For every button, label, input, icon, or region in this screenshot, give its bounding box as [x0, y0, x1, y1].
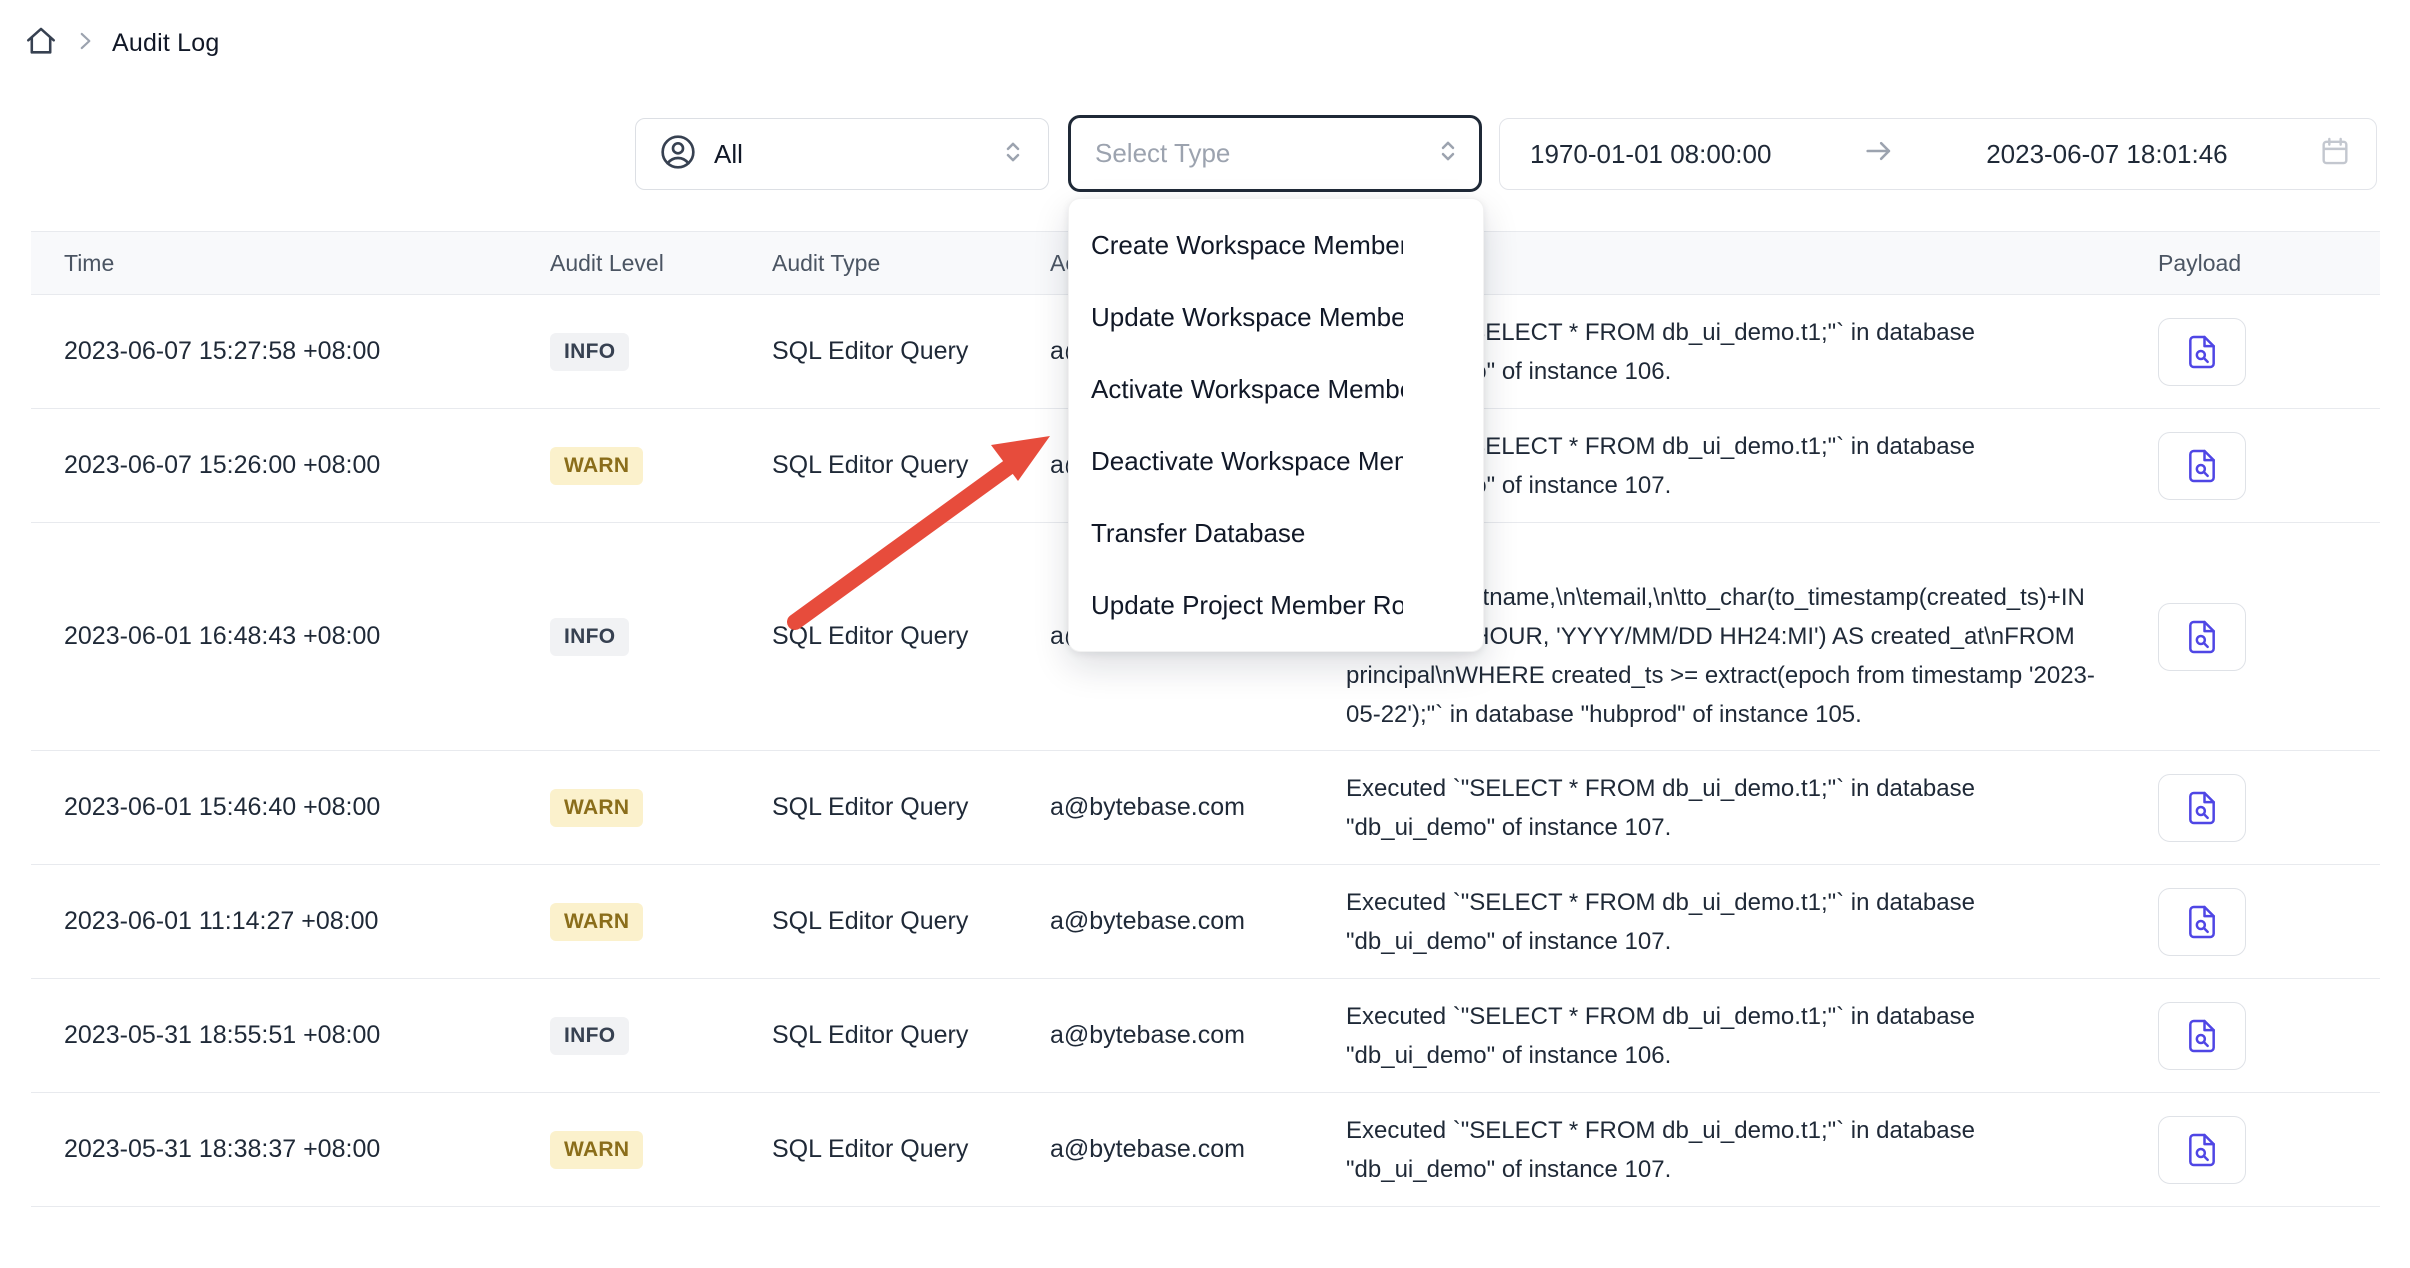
audit-level-badge: WARN: [550, 789, 643, 827]
dropdown-item[interactable]: Deactivate Workspace Member: [1069, 425, 1483, 497]
dropdown-item-label: Update Workspace Member: [1091, 302, 1403, 333]
payload-doc-icon: [2182, 446, 2222, 486]
dropdown-item[interactable]: Activate Workspace Member: [1069, 353, 1483, 425]
user-circle-icon: [658, 132, 698, 177]
table-row: 2023-06-01 15:46:40 +08:00 WARN SQL Edit…: [31, 751, 2380, 865]
payload-button[interactable]: [2158, 1002, 2246, 1070]
payload-doc-icon: [2182, 617, 2222, 657]
updown-chevron-icon: [1433, 136, 1463, 171]
column-header-time: Time: [64, 250, 550, 277]
payload-button[interactable]: [2158, 1116, 2246, 1184]
cell-audit-type: SQL Editor Query: [772, 907, 1050, 936]
payload-doc-icon: [2182, 902, 2222, 942]
table-row: 2023-05-31 18:55:51 +08:00 INFO SQL Edit…: [31, 979, 2380, 1093]
date-range-end[interactable]: 2023-06-07 18:01:46: [1986, 139, 2227, 170]
audit-type-dropdown: Create Workspace Member Update Workspace…: [1068, 198, 1484, 652]
audit-type-placeholder: Select Type: [1095, 138, 1230, 169]
home-icon[interactable]: [24, 24, 58, 63]
cell-time: 2023-06-07 15:26:00 +08:00: [64, 451, 550, 480]
cell-audit-type: SQL Editor Query: [772, 1135, 1050, 1164]
audit-level-badge: INFO: [550, 618, 629, 656]
table-row: 2023-06-01 11:14:27 +08:00 WARN SQL Edit…: [31, 865, 2380, 979]
cell-time: 2023-06-01 11:14:27 +08:00: [64, 907, 550, 936]
cell-audit-type: SQL Editor Query: [772, 622, 1050, 651]
updown-chevron-icon: [998, 137, 1028, 172]
table-row: 2023-05-31 18:38:37 +08:00 WARN SQL Edit…: [31, 1093, 2380, 1207]
audit-level-badge: WARN: [550, 1131, 643, 1169]
actor-filter-value: All: [714, 139, 743, 170]
audit-level-badge: WARN: [550, 447, 643, 485]
page-title: Audit Log: [112, 29, 219, 58]
cell-time: 2023-06-07 15:27:58 +08:00: [64, 337, 550, 366]
cell-actor: a@bytebase.com: [1050, 1021, 1346, 1050]
payload-button[interactable]: [2158, 888, 2246, 956]
dropdown-item[interactable]: Update Project Member Role: [1069, 569, 1483, 641]
dropdown-item-label: Activate Workspace Member: [1091, 374, 1403, 405]
audit-log-page: Audit Log All Select Type 1970-01-01 08:…: [0, 0, 2410, 1268]
dropdown-item[interactable]: Create Workspace Member: [1069, 209, 1483, 281]
dropdown-item-label: Create Workspace Member: [1091, 230, 1403, 261]
audit-level-badge: INFO: [550, 1017, 629, 1055]
cell-comment: Executed `"SELECT * FROM db_ui_demo.t1;"…: [1346, 981, 2158, 1091]
cell-comment: Executed `"SELECT * FROM db_ui_demo.t1;"…: [1346, 1095, 2158, 1205]
audit-level-badge: WARN: [550, 903, 643, 941]
column-header-payload: Payload: [2158, 250, 2380, 277]
cell-actor: a@bytebase.com: [1050, 1135, 1346, 1164]
calendar-icon[interactable]: [2318, 134, 2352, 175]
payload-button[interactable]: [2158, 603, 2246, 671]
cell-actor: a@bytebase.com: [1050, 793, 1346, 822]
payload-button[interactable]: [2158, 432, 2246, 500]
dropdown-item[interactable]: Update Workspace Member: [1069, 281, 1483, 353]
column-header-audit-type: Audit Type: [772, 250, 1050, 277]
date-range-picker[interactable]: 1970-01-01 08:00:00 2023-06-07 18:01:46: [1499, 118, 2377, 190]
payload-button[interactable]: [2158, 774, 2246, 842]
cell-comment: Executed `"SELECT * FROM db_ui_demo.t1;"…: [1346, 867, 2158, 977]
payload-doc-icon: [2182, 1016, 2222, 1056]
payload-button[interactable]: [2158, 318, 2246, 386]
cell-time: 2023-05-31 18:38:37 +08:00: [64, 1135, 550, 1164]
payload-doc-icon: [2182, 332, 2222, 372]
cell-audit-type: SQL Editor Query: [772, 451, 1050, 480]
dropdown-item-label: Update Project Member Role: [1091, 590, 1403, 621]
payload-doc-icon: [2182, 1130, 2222, 1170]
column-header-audit-level: Audit Level: [550, 250, 772, 277]
cell-audit-type: SQL Editor Query: [772, 793, 1050, 822]
cell-time: 2023-06-01 16:48:43 +08:00: [64, 622, 550, 651]
actor-filter-select[interactable]: All: [635, 118, 1049, 190]
audit-level-badge: INFO: [550, 333, 629, 371]
breadcrumb-chevron-icon: [72, 28, 98, 59]
payload-doc-icon: [2182, 788, 2222, 828]
cell-actor: a@bytebase.com: [1050, 907, 1346, 936]
dropdown-item-label: Deactivate Workspace Member: [1091, 446, 1403, 477]
dropdown-item-label: Transfer Database: [1091, 518, 1403, 549]
date-range-start[interactable]: 1970-01-01 08:00:00: [1530, 139, 1771, 170]
cell-time: 2023-06-01 15:46:40 +08:00: [64, 793, 550, 822]
cell-time: 2023-05-31 18:55:51 +08:00: [64, 1021, 550, 1050]
arrow-right-icon: [1862, 134, 1896, 175]
dropdown-item[interactable]: Transfer Database: [1069, 497, 1483, 569]
cell-audit-type: SQL Editor Query: [772, 1021, 1050, 1050]
cell-audit-type: SQL Editor Query: [772, 337, 1050, 366]
cell-comment: Executed `"SELECT * FROM db_ui_demo.t1;"…: [1346, 753, 2158, 863]
audit-type-select[interactable]: Select Type: [1068, 115, 1482, 192]
breadcrumb: Audit Log: [24, 24, 219, 63]
